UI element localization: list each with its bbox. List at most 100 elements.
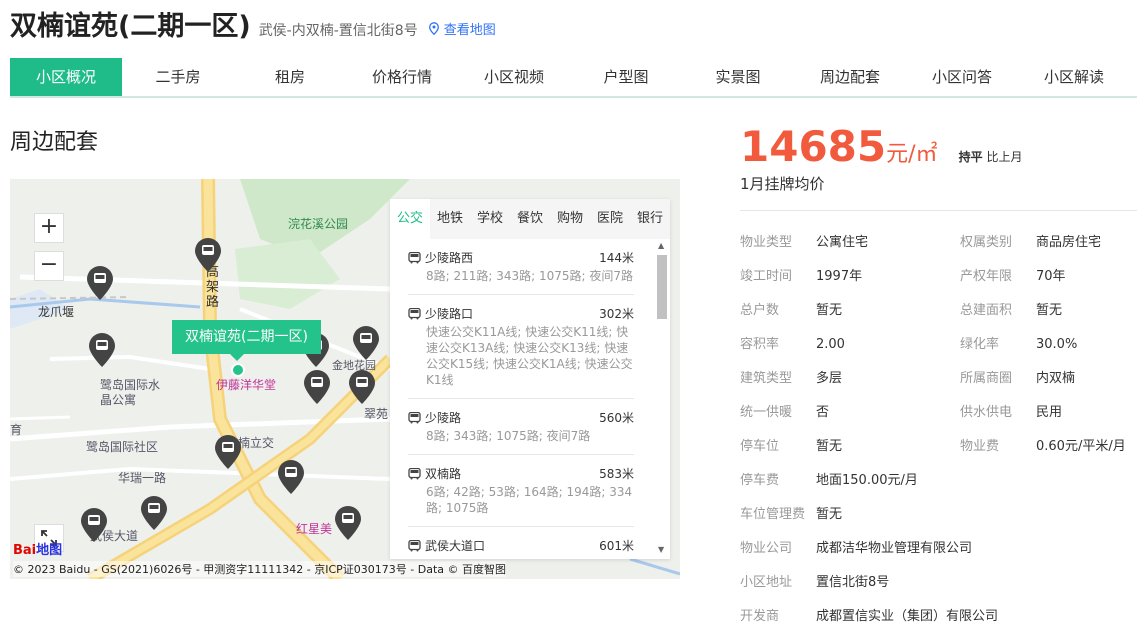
poi-tab-dining[interactable]: 餐饮 (510, 199, 550, 239)
info-value: 内双楠 (1036, 371, 1076, 386)
poi-tab-hospital[interactable]: 医院 (590, 199, 630, 239)
scrollbar-thumb[interactable] (657, 255, 667, 319)
info-value: 0.60元/平米/月 (1036, 439, 1126, 454)
location-pin-icon (428, 22, 439, 35)
tab-qa[interactable]: 小区问答 (906, 58, 1018, 96)
info-key: 容积率 (740, 337, 780, 352)
bus-icon (408, 307, 421, 319)
map-label-nanlijiao: 楠立交 (238, 436, 275, 450)
info-key: 权属类别 (960, 235, 1013, 250)
info-value: 30.0% (1036, 337, 1078, 352)
info-value: 置信北街8号 (816, 575, 890, 590)
bus-stop-pin[interactable] (140, 495, 168, 531)
list-item[interactable]: 双楠路 583米 6路; 42路; 53路; 164路; 194路; 334路;… (408, 455, 634, 527)
info-value: 成都洁华物业管理有限公司 (816, 541, 973, 556)
info-key: 物业类型 (740, 235, 793, 250)
bus-stop-pin[interactable] (277, 459, 305, 495)
info-value: 暂无 (816, 303, 843, 318)
info-key: 供水供电 (960, 405, 1013, 420)
bus-icon (408, 467, 421, 479)
list-item[interactable]: 少陵路西 144米 8路; 211路; 343路; 1075路; 夜间7路 (408, 239, 634, 295)
map-label-ludao-community: 鹭岛国际社区 (86, 440, 159, 454)
bus-stop-pin[interactable] (88, 332, 116, 368)
property-info: 物业类型 公寓住宅 权属类别 商品房住宅 竣工时间 1997年 产权年限 70年 总户数… (740, 226, 1137, 633)
price-trend-label: 比上月 (986, 150, 1023, 164)
poi-name: 双楠路 (425, 467, 462, 481)
community-address: 武侯-内双楠-置信北街8号 (258, 23, 418, 39)
poi-tab-school[interactable]: 学校 (470, 199, 510, 239)
list-item[interactable]: 武侯大道口 601米 (408, 527, 634, 559)
bus-icon (408, 539, 421, 551)
tab-rent[interactable]: 租房 (234, 58, 346, 96)
baidu-map-logo: Bai地图 (13, 543, 63, 558)
poi-routes: 8路; 211路; 343路; 1075路; 夜间7路 (426, 269, 634, 283)
poi-distance: 560米 (599, 411, 634, 425)
info-key: 建筑类型 (740, 371, 793, 386)
zoom-in-button[interactable]: + (34, 213, 64, 243)
tab-photos[interactable]: 实景图 (682, 58, 794, 96)
page-header: 双楠谊苑(二期一区) 武侯-内双楠-置信北街8号 查看地图 (10, 4, 496, 48)
poi-tabs: 公交 地铁 学校 餐饮 购物 医院 银行 (390, 199, 670, 239)
info-key: 物业费 (960, 439, 1000, 454)
bus-stop-pin[interactable] (80, 507, 108, 543)
scroll-up-icon[interactable]: ▲ (658, 241, 664, 250)
info-value: 民用 (1036, 405, 1063, 420)
bus-stop-pin[interactable] (303, 369, 331, 405)
map-label-shop: 伊藤洋华堂 (216, 378, 277, 392)
info-key: 绿化率 (960, 337, 1000, 352)
info-key: 竣工时间 (740, 269, 793, 284)
bus-icon (408, 251, 421, 263)
poi-tab-subway[interactable]: 地铁 (430, 199, 470, 239)
info-row: 车位管理费 暂无 (740, 498, 1137, 532)
community-map-callout[interactable]: 双楠谊苑(二期一区) (172, 320, 321, 361)
tab-second-hand[interactable]: 二手房 (122, 58, 234, 96)
poi-distance: 583米 (599, 467, 634, 481)
map-label-hongxing: 红星美 (296, 522, 333, 536)
map-label-huarui: 华瑞一路 (118, 471, 167, 485)
bus-stop-pin[interactable] (214, 434, 242, 470)
bus-stop-pin[interactable] (348, 369, 376, 405)
info-key: 统一供暖 (740, 405, 793, 420)
surroundings-map[interactable]: + − 浣花溪公园 高架路 龙爪堰 鹭岛国际水晶公寓 伊藤洋华堂 金地花园 鹭岛… (10, 179, 680, 579)
info-key: 车位管理费 (740, 507, 806, 522)
info-value: 70年 (1036, 269, 1066, 284)
list-item[interactable]: 少陵路口 302米 快速公交K11A线; 快速公交K11线; 快速公交K13A线… (408, 295, 634, 399)
info-row: 总户数 暂无 总建面积 暂无 (740, 294, 1137, 328)
tab-analysis[interactable]: 小区解读 (1018, 58, 1130, 96)
info-key: 开发商 (740, 609, 780, 624)
tab-video[interactable]: 小区视频 (458, 58, 570, 96)
list-item[interactable]: 少陵路 560米 8路; 343路; 1075路; 夜间7路 (408, 399, 634, 455)
poi-tab-shopping[interactable]: 购物 (550, 199, 590, 239)
info-value: 1997年 (816, 269, 863, 284)
price-unit: 元/㎡ (886, 142, 938, 167)
poi-list[interactable]: 少陵路西 144米 8路; 211路; 343路; 1075路; 夜间7路 少陵… (390, 239, 652, 559)
info-row: 停车费 地面150.00元/月 (740, 464, 1137, 498)
info-key: 小区地址 (740, 575, 793, 590)
view-map-link[interactable]: 查看地图 (428, 19, 496, 38)
poi-panel: 公交 地铁 学校 餐饮 购物 医院 银行 少陵路西 144米 8路; 211路;… (390, 199, 670, 559)
map-copyright: © 2023 Baidu - GS(2021)6026号 - 甲测资字11111… (13, 561, 507, 577)
bus-stop-pin[interactable] (194, 237, 222, 273)
main-tabs: 小区概况 二手房 租房 价格行情 小区视频 户型图 实景图 周边配套 小区问答 … (10, 58, 1137, 98)
info-value: 暂无 (816, 507, 843, 522)
scroll-down-icon[interactable]: ▼ (658, 545, 664, 554)
info-key: 产权年限 (960, 269, 1013, 284)
tab-floor-plan[interactable]: 户型图 (570, 58, 682, 96)
poi-tab-bus[interactable]: 公交 (390, 199, 430, 239)
bus-stop-pin[interactable] (86, 265, 114, 301)
info-row: 统一供暖 否 供水供电 民用 (740, 396, 1137, 430)
info-key: 停车位 (740, 439, 780, 454)
info-value: 否 (816, 405, 830, 420)
tab-price-trend[interactable]: 价格行情 (346, 58, 458, 96)
info-key: 总户数 (740, 303, 780, 318)
bus-stop-pin[interactable] (352, 325, 380, 361)
zoom-out-button[interactable]: − (34, 251, 64, 281)
poi-tab-bank[interactable]: 银行 (630, 199, 670, 239)
tab-overview[interactable]: 小区概况 (10, 58, 122, 96)
tab-surroundings[interactable]: 周边配套 (794, 58, 906, 96)
info-row: 停车位 暂无 物业费 0.60元/平米/月 (740, 430, 1137, 464)
bus-stop-pin[interactable] (334, 505, 362, 541)
poi-routes: 8路; 343路; 1075路; 夜间7路 (426, 429, 591, 443)
info-row: 开发商 成都置信实业（集团）有限公司 (740, 600, 1137, 633)
poi-scrollbar[interactable]: ▲ ▼ (654, 239, 670, 559)
